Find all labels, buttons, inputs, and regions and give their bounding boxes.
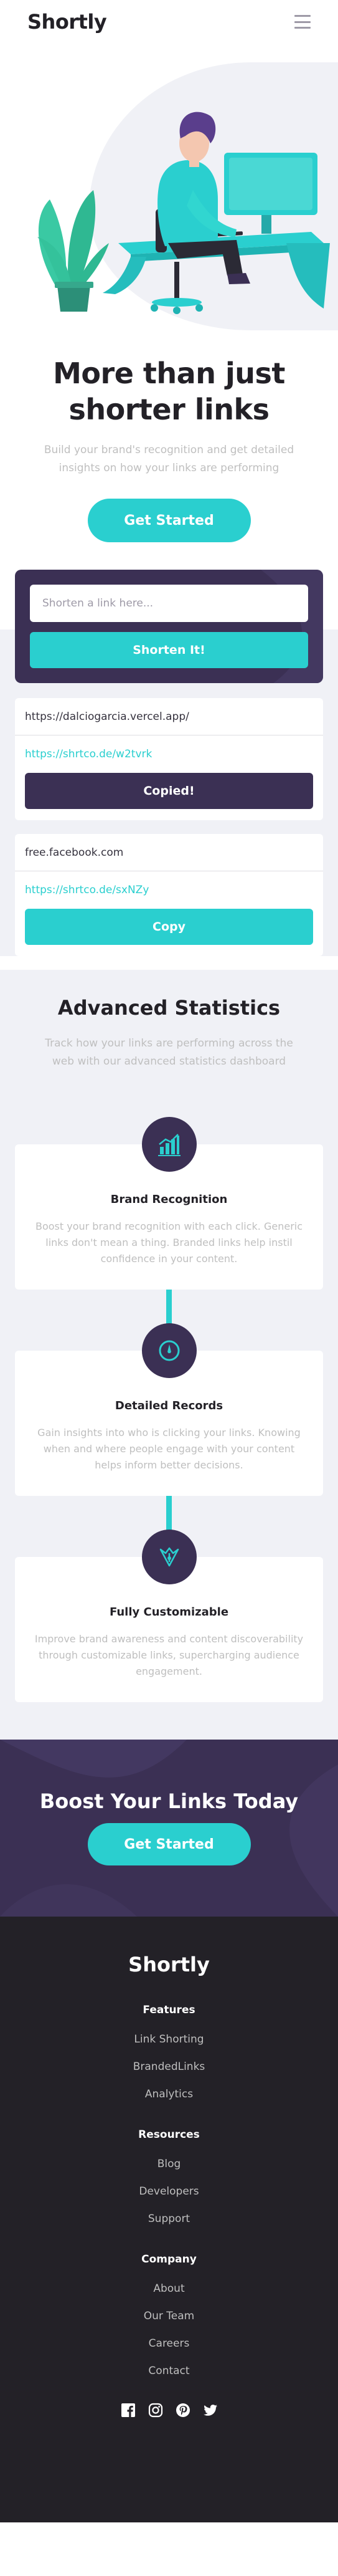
hamburger-menu-icon[interactable] bbox=[294, 15, 311, 29]
hamburger-line bbox=[294, 27, 311, 29]
footer-link-our-team[interactable]: Our Team bbox=[0, 2309, 338, 2323]
feature-card-brand-recognition: Brand Recognition Boost your brand recog… bbox=[15, 1117, 323, 1290]
footer-column-resources: Resources Blog Developers Support bbox=[0, 2128, 338, 2226]
boost-get-started-button[interactable]: Get Started bbox=[87, 1823, 251, 1865]
footer-link-link-shorting[interactable]: Link Shorting bbox=[0, 2033, 338, 2046]
footer-column-features: Features Link Shorting BrandedLinks Anal… bbox=[0, 2004, 338, 2101]
footer-logo[interactable]: Shortly bbox=[0, 1953, 338, 1976]
detailed-records-gauge-icon bbox=[141, 1323, 197, 1378]
facebook-icon[interactable] bbox=[121, 2403, 136, 2418]
logo[interactable]: Shortly bbox=[27, 10, 107, 34]
footer-heading: Features bbox=[143, 2004, 195, 2016]
hero-illustration-area bbox=[0, 44, 338, 330]
feature-description: Improve brand awareness and content disc… bbox=[34, 1633, 304, 1677]
brand-recognition-chart-icon bbox=[141, 1117, 197, 1172]
results-list: https://dalciogarcia.vercel.app/ https:/… bbox=[0, 683, 338, 956]
feature-title: Fully Customizable bbox=[109, 1606, 229, 1619]
hero-title: More than just shorter links bbox=[53, 357, 285, 426]
footer-link-support[interactable]: Support bbox=[0, 2212, 338, 2226]
result-card: free.facebook.com https://shrtco.de/sxNZ… bbox=[15, 834, 323, 956]
shorten-form: Shorten It! bbox=[15, 570, 323, 683]
original-url: https://dalciogarcia.vercel.app/ bbox=[15, 698, 323, 735]
hero-text: More than just shorter links Build your … bbox=[0, 330, 338, 542]
footer-column-company: Company About Our Team Careers Contact bbox=[0, 2253, 338, 2378]
feature-description: Gain insights into who is clicking your … bbox=[37, 1427, 301, 1471]
feature-description: Boost your brand recognition with each c… bbox=[35, 1220, 303, 1265]
hamburger-line bbox=[294, 15, 311, 17]
hamburger-line bbox=[294, 21, 311, 23]
statistics-section: Advanced Statistics Track how your links… bbox=[0, 970, 338, 1740]
footer-heading: Resources bbox=[138, 2128, 200, 2141]
person-working-at-desk-illustration bbox=[37, 112, 330, 314]
footer-link-about[interactable]: About bbox=[0, 2282, 338, 2296]
get-started-button[interactable]: Get Started bbox=[87, 499, 251, 542]
feature-list: Brand Recognition Boost your brand recog… bbox=[15, 1117, 323, 1702]
boost-title: Boost Your Links Today bbox=[39, 1789, 299, 1813]
feature-title: Detailed Records bbox=[115, 1399, 223, 1412]
short-url[interactable]: https://shrtco.de/sxNZy bbox=[15, 871, 323, 909]
feature-card-detailed-records: Detailed Records Gain insights into who … bbox=[15, 1323, 323, 1496]
footer-heading: Company bbox=[141, 2253, 197, 2266]
footer-link-branded-links[interactable]: BrandedLinks bbox=[0, 2060, 338, 2074]
footer-link-developers[interactable]: Developers bbox=[0, 2185, 338, 2198]
feature-card-fully-customizable: Fully Customizable Improve brand awarene… bbox=[15, 1530, 323, 1702]
shorten-it-button[interactable]: Shorten It! bbox=[30, 632, 308, 668]
footer-link-contact[interactable]: Contact bbox=[0, 2364, 338, 2378]
boost-section: Boost Your Links Today Get Started bbox=[0, 1740, 338, 1917]
shorten-url-input[interactable] bbox=[30, 585, 308, 622]
statistics-subtitle: Track how your links are performing acro… bbox=[45, 1037, 293, 1068]
fully-customizable-pen-icon bbox=[141, 1530, 197, 1584]
result-card: https://dalciogarcia.vercel.app/ https:/… bbox=[15, 698, 323, 820]
site-header: Shortly bbox=[0, 0, 338, 44]
footer-link-blog[interactable]: Blog bbox=[0, 2157, 338, 2171]
twitter-icon[interactable] bbox=[203, 2403, 218, 2418]
pinterest-icon[interactable] bbox=[176, 2403, 190, 2418]
feature-title: Brand Recognition bbox=[110, 1193, 228, 1206]
social-links bbox=[0, 2403, 338, 2418]
copy-button[interactable]: Copy bbox=[25, 909, 313, 945]
shorten-section: Shorten It! bbox=[0, 570, 338, 683]
statistics-title: Advanced Statistics bbox=[57, 996, 281, 1020]
footer-link-careers[interactable]: Careers bbox=[0, 2337, 338, 2350]
hero-subtitle: Build your brand's recognition and get d… bbox=[44, 444, 294, 474]
copied-button[interactable]: Copied! bbox=[25, 773, 313, 809]
short-url[interactable]: https://shrtco.de/w2tvrk bbox=[15, 735, 323, 773]
instagram-icon[interactable] bbox=[148, 2403, 163, 2418]
footer-link-analytics[interactable]: Analytics bbox=[0, 2087, 338, 2101]
original-url: free.facebook.com bbox=[15, 834, 323, 871]
site-footer: Shortly Features Link Shorting BrandedLi… bbox=[0, 1917, 338, 2522]
